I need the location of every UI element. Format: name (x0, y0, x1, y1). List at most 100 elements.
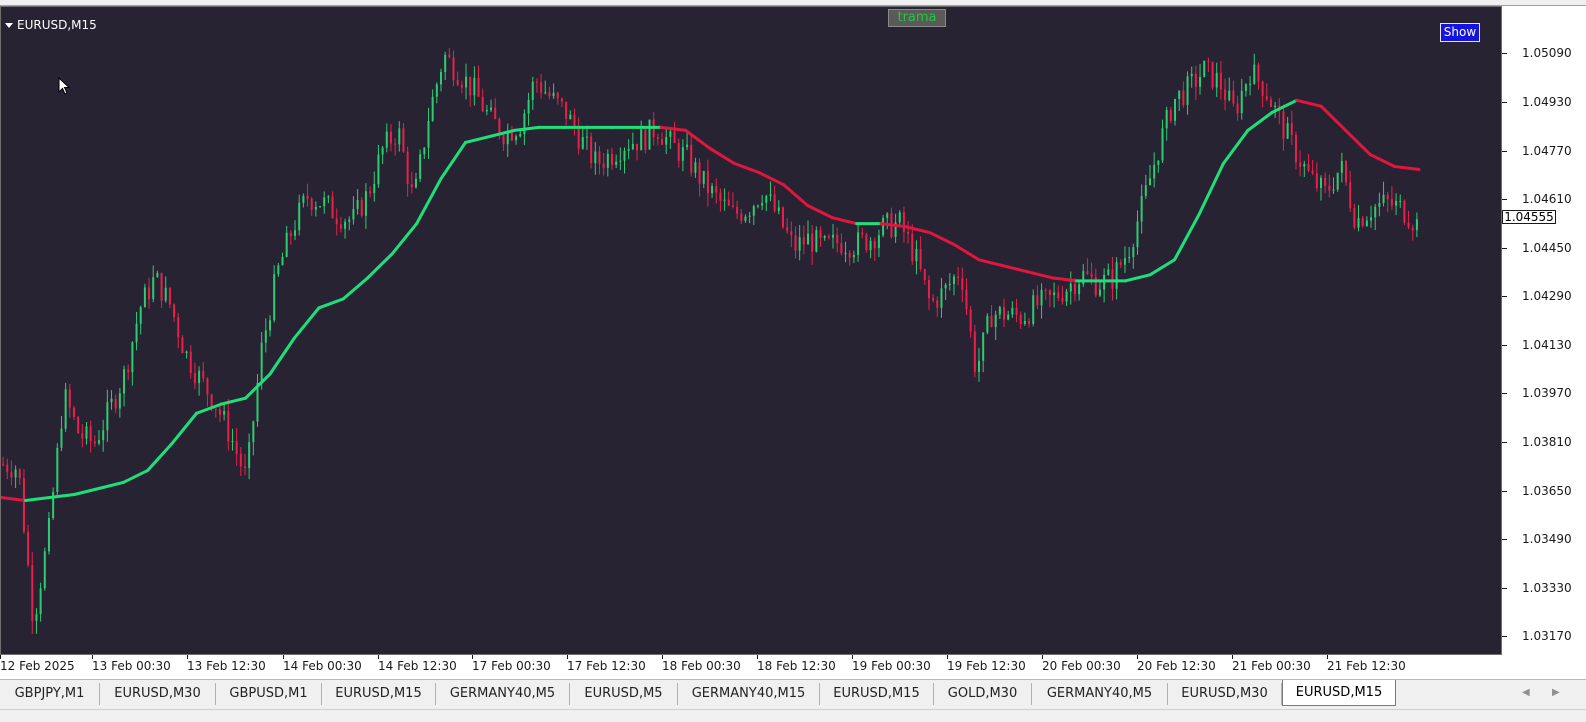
candle-body (56, 447, 59, 492)
chart-tab-active[interactable]: EURUSD,M15 (1282, 680, 1396, 706)
candle-body (1203, 60, 1206, 77)
time-label: 20 Feb 00:30 (1042, 659, 1121, 673)
price-tick (1502, 588, 1507, 589)
candle-body (840, 243, 843, 254)
candle-body (952, 276, 955, 284)
candle-body (385, 131, 388, 148)
candle-body (823, 236, 826, 238)
price-label: 1.04930 (1522, 95, 1572, 109)
price-label: 1.04770 (1522, 144, 1572, 158)
candle-body (285, 232, 288, 257)
candle-body (206, 378, 209, 395)
candle-body (239, 453, 242, 467)
candle-body (869, 240, 872, 251)
candle-body (661, 138, 664, 145)
chart-tab[interactable]: GBPJPY,M1 (0, 683, 100, 705)
candle-body (1040, 289, 1043, 306)
candle-body (1186, 76, 1189, 105)
candle-body (310, 198, 313, 210)
trama-line-segment (439, 140, 468, 181)
candle-body (1161, 128, 1164, 161)
price-chart-canvas[interactable] (1, 7, 1501, 654)
candle-body (940, 288, 943, 308)
trama-line-segment (1344, 128, 1372, 156)
candle-body (1403, 200, 1406, 223)
chart-tab[interactable]: GOLD,M30 (934, 683, 1032, 705)
candle-body (1290, 123, 1293, 135)
candle-body (281, 256, 284, 266)
candle-body (1182, 90, 1185, 105)
time-label: 17 Feb 00:30 (472, 659, 551, 673)
time-axis[interactable]: 12 Feb 2025 13 Feb 00:30 13 Feb 12:30 14… (0, 655, 1502, 677)
candle-body (223, 411, 226, 415)
candle-body (1211, 61, 1214, 88)
candle-body (490, 107, 493, 111)
candle-body (848, 252, 851, 258)
candle-body (832, 234, 835, 238)
candle-body (1411, 227, 1414, 231)
price-axis[interactable]: 1.05090 1.04930 1.04770 1.04610 1.04450 … (1502, 6, 1586, 655)
candle-body (907, 231, 910, 235)
candle-body (865, 234, 868, 251)
candle-body (1032, 295, 1035, 324)
candle-body (423, 147, 426, 155)
trama-indicator-button[interactable]: trama (888, 9, 946, 27)
trama-line-segment (341, 276, 370, 301)
tab-scroll-left-icon[interactable]: ◀ (1522, 687, 1530, 698)
candle-body (648, 119, 651, 150)
candle-body (360, 199, 363, 216)
candle-body (990, 315, 993, 328)
candle-body (1169, 109, 1172, 121)
trama-line-segment (390, 222, 419, 256)
chart-tab[interactable]: GERMANY40,M5 (436, 683, 570, 705)
candle-body (523, 113, 526, 135)
candle-body (982, 332, 985, 361)
chart-symbol-title[interactable]: EURUSD,M15 (5, 18, 97, 32)
show-button[interactable]: Show (1440, 23, 1480, 42)
candle-body (435, 84, 438, 97)
trama-line-segment (659, 125, 688, 132)
candle-body (673, 131, 676, 143)
chart-tab[interactable]: GBPUSD,M1 (216, 683, 322, 705)
candle-body (748, 215, 751, 217)
candle-body (1098, 289, 1101, 296)
candle-body (402, 128, 405, 152)
candle-body (740, 213, 743, 221)
tab-scroll-right-icon[interactable]: ▶ (1552, 687, 1560, 698)
candle-body (1336, 172, 1339, 190)
chart-tab[interactable]: EURUSD,M30 (1168, 683, 1282, 705)
dropdown-triangle-icon[interactable] (5, 22, 13, 28)
chart-tab[interactable]: EURUSD,M30 (100, 683, 216, 705)
candle-body (248, 442, 251, 468)
chart-tab[interactable]: GERMANY40,M15 (678, 683, 820, 705)
candle-body (339, 224, 342, 229)
candle-body (189, 351, 192, 374)
chart-tab[interactable]: EURUSD,M15 (820, 683, 934, 705)
candle-body (852, 254, 855, 258)
candle-body (114, 398, 117, 409)
candle-body (598, 151, 601, 164)
trama-line-segment (977, 258, 1005, 268)
candle-body (690, 144, 693, 173)
candle-body (1053, 292, 1056, 296)
chart-tab[interactable]: EURUSD,M5 (570, 683, 678, 705)
candle-body (6, 464, 9, 473)
candle-body (577, 128, 580, 149)
candle-body (544, 92, 547, 94)
candle-body (802, 237, 805, 245)
symbol-label: EURUSD,M15 (17, 18, 97, 32)
trama-line-segment (1124, 273, 1152, 283)
trama-line-segment (512, 125, 541, 132)
candle-body (323, 197, 326, 207)
candle-body (1078, 284, 1081, 295)
chart-tab[interactable]: EURUSD,M15 (322, 683, 436, 705)
candle-body (836, 234, 839, 244)
chart-tab[interactable]: GERMANY40,M5 (1032, 683, 1168, 705)
candle-body (356, 199, 359, 209)
candle-body (314, 206, 317, 210)
chart-area[interactable]: EURUSD,M15 (0, 6, 1502, 655)
trama-line-segment (292, 306, 321, 340)
candle-body (218, 409, 221, 415)
chart-tab-bar: GBPJPY,M1 EURUSD,M30 GBPUSD,M1 EURUSD,M1… (0, 679, 1586, 710)
candle-body (815, 230, 818, 252)
